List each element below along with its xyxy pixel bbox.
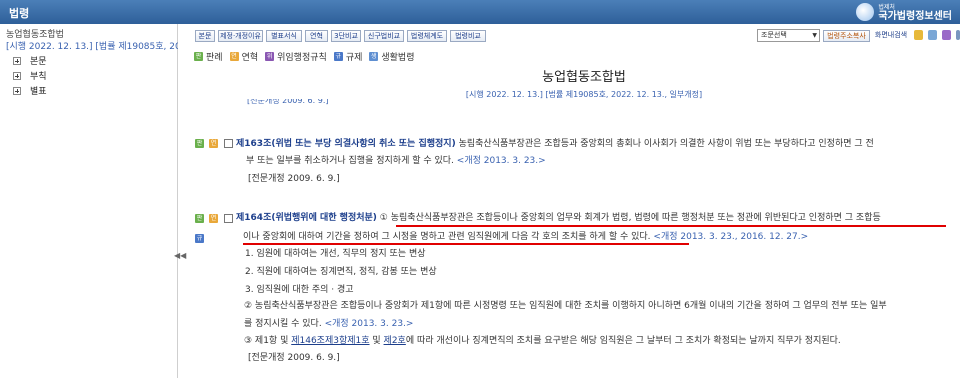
article-text: 이나 중앙회에 대하여 기간을 정하여 그 시정을 명하고 관련 임직원에게 다… bbox=[243, 232, 651, 242]
precedent-badge-icon[interactable]: 판 bbox=[195, 139, 204, 148]
brand-name: 국가법령정보센터 bbox=[878, 11, 952, 22]
article-checkbox[interactable] bbox=[224, 214, 233, 223]
sidebar-item-addenda[interactable]: 부칙 bbox=[13, 68, 47, 83]
article-select[interactable]: 조문선택 ▼ bbox=[757, 29, 820, 42]
article-text: 를 정지시킬 수 있다. bbox=[244, 319, 322, 329]
article-163-line1: 제163조(위법 또는 부당 의결사항의 취소 또는 집행정지) 농림축산식품부… bbox=[236, 136, 874, 149]
law-title: 농업협동조합법 bbox=[542, 70, 626, 85]
article-163-line2: 부 또는 일부를 취소하거나 집행을 정지하게 할 수 있다. <개정 2013… bbox=[246, 153, 546, 166]
article-text: 에 따라 개선이나 징계면직의 조치를 요구받은 해당 임직원은 그 날부터 그… bbox=[405, 336, 841, 346]
article-164-title[interactable]: 제164조(위법행위에 대한 행정처분) bbox=[236, 213, 377, 223]
law-subtitle: [시행 2022. 12. 13.] [법률 제19085호, 2022. 12… bbox=[465, 90, 703, 99]
body-button[interactable]: 본문 bbox=[195, 30, 215, 42]
history-badge-icon[interactable]: 연 bbox=[209, 214, 218, 223]
amend-link[interactable]: <개정 2013. 3. 23.> bbox=[325, 319, 414, 329]
save-icon[interactable] bbox=[928, 30, 937, 40]
sidebar-item-label: 본문 bbox=[30, 57, 47, 67]
regulation-badge-icon: 규 bbox=[333, 52, 343, 61]
list-item: 1. 임원에 대하여는 개선, 직무의 정지 또는 변상 bbox=[245, 249, 426, 259]
legend-label: 판례 bbox=[206, 53, 223, 63]
more-icon[interactable] bbox=[956, 30, 960, 40]
item-2-link[interactable]: 제2호 bbox=[384, 336, 406, 346]
toolbar: 본문 제정·개정이유 별표서식 연혁 3단비교 신구법비교 법령체계도 법령비교… bbox=[186, 24, 960, 46]
article-text: ③ 제1항 및 bbox=[244, 336, 292, 346]
brand-logo[interactable]: 법제처 국가법령정보센터 bbox=[856, 2, 952, 22]
search-in-page-button[interactable]: 화면내검색 bbox=[873, 30, 909, 42]
list-item: 2. 직원에 대하여는 징계면직, 정직, 감봉 또는 변상 bbox=[245, 267, 437, 277]
life-law-badge-icon: 생 bbox=[369, 52, 379, 61]
sidebar-item-tables[interactable]: 별표 bbox=[13, 83, 47, 98]
sidebar-item-label: 부칙 bbox=[30, 72, 47, 82]
history-badge-icon: 연 bbox=[229, 52, 239, 61]
sidebar-item-main[interactable]: 본문 bbox=[13, 53, 47, 68]
appendix-forms-button[interactable]: 별표서식 bbox=[266, 30, 302, 42]
sidebar-tree: 본문 부칙 별표 bbox=[13, 53, 47, 98]
collapse-sidebar-icon[interactable]: ◀◀ bbox=[174, 251, 186, 263]
clipped-amend-note: [전문개정 2009. 6. 9.] bbox=[247, 99, 329, 105]
sidebar-item-label: 별표 bbox=[30, 87, 47, 97]
paragraph-2-line1: ② 농림축산식품부장관은 조합등이나 중앙회가 제1항에 따른 시정명령 또는 … bbox=[244, 301, 887, 311]
highlight-underline bbox=[396, 225, 946, 227]
article-text: 및 bbox=[369, 336, 384, 346]
precedent-badge-icon[interactable]: 판 bbox=[195, 214, 204, 223]
expand-icon[interactable] bbox=[13, 71, 21, 80]
article-checkbox[interactable] bbox=[224, 139, 233, 148]
article-select-value: 조문선택 bbox=[761, 31, 787, 39]
precedent-badge-icon: 판 bbox=[194, 52, 203, 61]
article-146-link[interactable]: 제146조제3항제1호 bbox=[291, 336, 369, 346]
app-title: 법령 bbox=[9, 7, 30, 20]
paragraph-3: ③ 제1항 및 제146조제3항제1호 및 제2호에 따라 개선이나 징계면직의… bbox=[244, 333, 841, 346]
history-badge-icon[interactable]: 연 bbox=[209, 139, 218, 148]
panel-splitter[interactable] bbox=[178, 24, 186, 378]
amend-link[interactable]: <개정 2013. 3. 23.> bbox=[457, 156, 546, 166]
full-amend-note[interactable]: [전문개정 2009. 6. 9.] bbox=[248, 350, 340, 363]
paragraph-2-line2: 를 정지시킬 수 있다. <개정 2013. 3. 23.> bbox=[244, 316, 413, 329]
legend-label: 위임행정규칙 bbox=[277, 53, 327, 63]
legend: 판 판례 연 연혁 위 위임행정규칙 규 규제 생 생활법령 bbox=[194, 50, 422, 63]
brand-emblem-icon bbox=[856, 3, 875, 21]
chevron-down-icon: ▼ bbox=[812, 32, 817, 39]
list-item: 3. 임직원에 대한 주의 · 경고 bbox=[245, 285, 354, 295]
highlight-underline bbox=[243, 243, 689, 245]
article-text: 부 또는 일부를 취소하거나 집행을 정지하게 할 수 있다. bbox=[246, 156, 454, 166]
legend-label: 규제 bbox=[345, 53, 363, 63]
history-button[interactable]: 연혁 bbox=[305, 30, 328, 42]
revision-reason-button[interactable]: 제정·개정이유 bbox=[218, 30, 263, 42]
article-text: 농림축산식품부장관은 조합등과 중앙회의 총회나 이사회가 의결한 사항이 위법… bbox=[458, 139, 874, 149]
law-structure-button[interactable]: 법령체계도 bbox=[407, 30, 447, 42]
article-164-line2: 이나 중앙회에 대하여 기간을 정하여 그 시정을 명하고 관련 임직원에게 다… bbox=[243, 229, 808, 242]
app-header: 법령 법제처 국가법령정보센터 bbox=[0, 0, 960, 24]
print-icon[interactable] bbox=[942, 30, 951, 40]
delegated-rule-badge-icon: 위 bbox=[265, 52, 275, 61]
expand-icon[interactable] bbox=[13, 86, 21, 95]
regulation-badge-icon[interactable]: 규 bbox=[195, 234, 204, 243]
amend-link[interactable]: <개정 2013. 3. 23., 2016. 12. 27.> bbox=[653, 232, 808, 242]
old-new-compare-button[interactable]: 신구법비교 bbox=[364, 30, 404, 42]
sidebar: 농업협동조합법 [시행 2022. 12. 13.] [법률 제19085호, … bbox=[0, 24, 178, 378]
article-164-line1: 제164조(위법행위에 대한 행정처분) ① 농림축산식품부장관은 조합등이나 … bbox=[236, 210, 881, 223]
article-text: ① 농림축산식품부장관은 조합등이나 중앙회의 업무와 회계가 법령, 법령에 … bbox=[379, 213, 881, 223]
article-163-title[interactable]: 제163조(위법 또는 부당 의결사항의 취소 또는 집행정지) bbox=[236, 139, 456, 149]
legend-label: 생활법령 bbox=[381, 53, 415, 63]
three-way-compare-button[interactable]: 3단비교 bbox=[331, 30, 361, 42]
legend-label: 연혁 bbox=[241, 53, 259, 63]
copy-address-button[interactable]: 법령주소복사 bbox=[823, 30, 870, 42]
expand-icon[interactable] bbox=[13, 56, 21, 65]
sidebar-law-date[interactable]: [시행 2022. 12. 13.] [법률 제19085호, 20 bbox=[6, 39, 178, 52]
full-amend-note[interactable]: [전문개정 2009. 6. 9.] bbox=[248, 171, 340, 184]
star-icon[interactable] bbox=[914, 30, 923, 40]
law-compare-button[interactable]: 법령비교 bbox=[450, 30, 486, 42]
